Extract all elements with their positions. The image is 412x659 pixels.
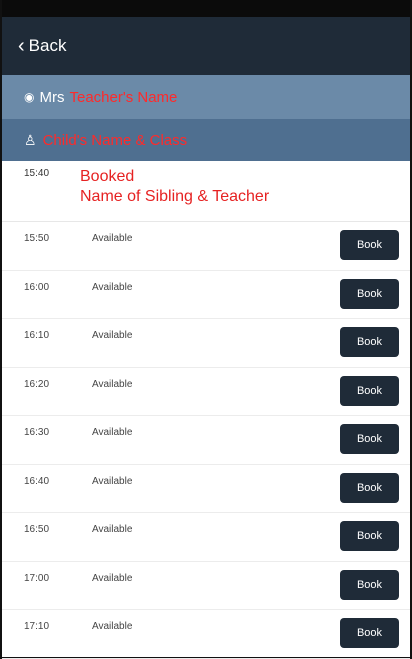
book-button[interactable]: Book — [340, 618, 399, 648]
nav-bar: ‹ Back — [2, 17, 410, 75]
slot-row: 16:40 Available Book — [2, 465, 410, 513]
book-button[interactable]: Book — [340, 230, 399, 260]
book-button[interactable]: Book — [340, 327, 399, 357]
slot-row: 16:30 Available Book — [2, 416, 410, 465]
book-button[interactable]: Book — [340, 424, 399, 454]
teacher-icon: ◉ — [24, 90, 35, 104]
slot-status: Available — [92, 572, 133, 584]
slot-time: 16:40 — [24, 475, 50, 487]
slot-status: Available — [92, 427, 133, 438]
child-label: Child's Name & Class — [42, 131, 188, 149]
slot-row: 16:10 Available Book — [2, 319, 410, 368]
slot-row: 16:20 Available Book — [2, 368, 410, 416]
book-button[interactable]: Book — [340, 278, 399, 309]
slot-row: 16:00 Available Book — [2, 271, 410, 319]
slot-time: 17:10 — [24, 621, 50, 632]
slot-status: Available — [92, 233, 133, 244]
slot-row: 16:50 Available Book — [2, 513, 410, 562]
slot-time: 16:00 — [24, 281, 50, 293]
chevron-left-icon: ‹ — [18, 35, 25, 57]
slot-status: Available — [92, 281, 133, 293]
slot-row: 15:50 Available Book — [2, 222, 410, 271]
slot-time: 16:50 — [24, 524, 50, 535]
book-button[interactable]: Book — [340, 521, 399, 551]
slot-time: 16:20 — [24, 378, 50, 390]
slot-time: 16:30 — [24, 427, 50, 438]
back-label: Back — [28, 36, 67, 55]
slot-status: Available — [92, 475, 133, 487]
teacher-header: ◉ Mrs Teacher's Name — [2, 75, 410, 119]
back-button[interactable]: ‹ Back — [18, 36, 66, 56]
booked-status: Booked Name of Sibling & Teacher — [80, 167, 269, 207]
slot-status: Available — [92, 330, 133, 341]
teacher-prefix: Mrs — [39, 88, 65, 106]
book-button[interactable]: Book — [340, 375, 399, 406]
slot-time: 16:10 — [24, 330, 50, 341]
booked-status-title: Booked — [80, 168, 135, 185]
slot-row: 17:10 Available Book — [2, 610, 410, 659]
teacher-name: Teacher's Name — [69, 88, 178, 106]
slot-time: 15:40 — [24, 168, 50, 179]
app-frame: ‹ Back ◉ Mrs Teacher's Name ♙ Child's Na… — [0, 0, 412, 659]
slot-status: Available — [92, 524, 133, 535]
status-strip — [2, 0, 410, 17]
slot-status: Available — [92, 378, 133, 390]
slot-time: 15:50 — [24, 233, 50, 244]
booked-status-detail: Name of Sibling & Teacher — [80, 188, 270, 205]
slot-time: 17:00 — [24, 572, 50, 584]
book-button[interactable]: Book — [340, 569, 399, 600]
slot-list: 15:50 Available Book 16:00 Available Boo… — [2, 222, 410, 659]
booked-slot-row: 15:40 Booked Name of Sibling & Teacher — [2, 161, 410, 222]
slot-row: 17:00 Available Book — [2, 562, 410, 610]
slot-status: Available — [92, 621, 133, 632]
person-icon: ♙ — [24, 131, 37, 148]
book-button[interactable]: Book — [340, 472, 399, 503]
child-header: ♙ Child's Name & Class — [2, 119, 410, 161]
